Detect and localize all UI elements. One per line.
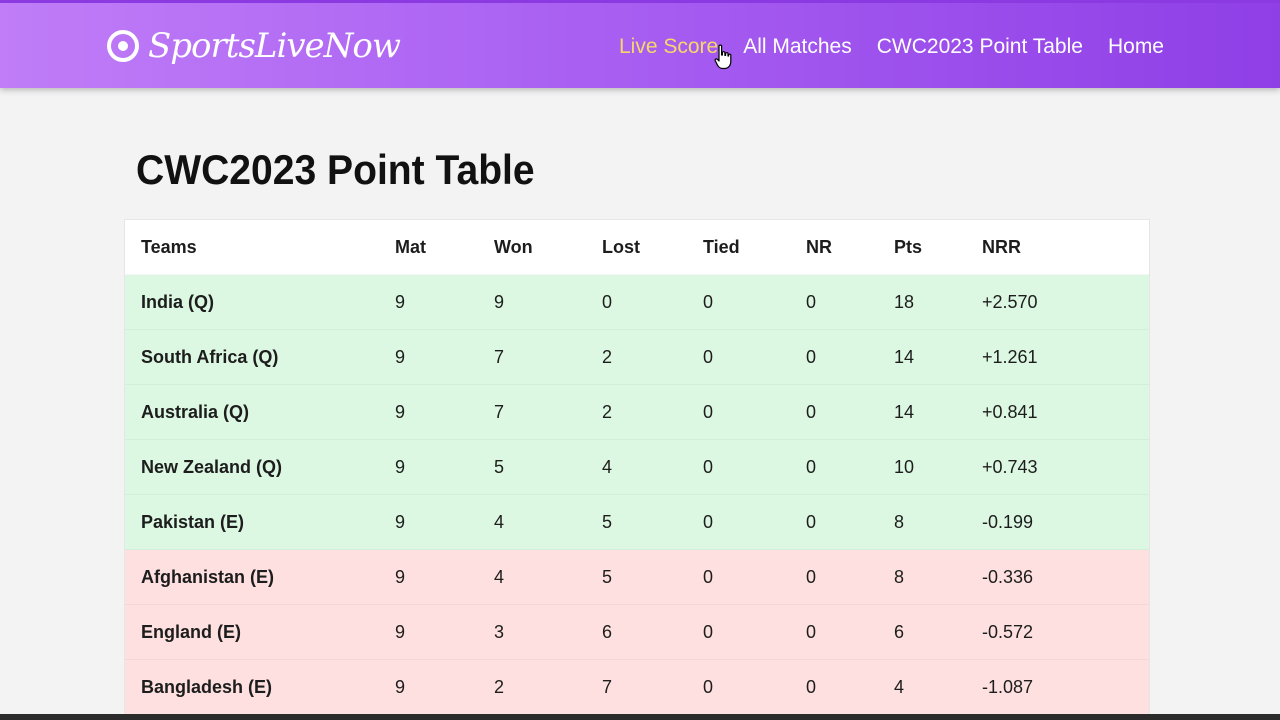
nrr-cell: +0.841 xyxy=(982,384,1149,440)
tied-cell: 0 xyxy=(703,549,806,605)
tied-cell: 0 xyxy=(703,384,806,440)
nr-cell: 0 xyxy=(806,384,894,440)
column-header[interactable]: Mat xyxy=(395,220,494,275)
brand-logo-link[interactable]: SportsLiveNow xyxy=(106,17,401,75)
team-cell: Pakistan (E) xyxy=(125,494,395,550)
mat-cell: 9 xyxy=(395,329,494,385)
brand-name: SportsLiveNow xyxy=(148,26,401,66)
table-row: Pakistan (E) 9 4 5 0 0 8 -0.199 xyxy=(125,494,1149,550)
mat-cell: 9 xyxy=(395,494,494,550)
nav-links: Live Score All Matches CWC2023 Point Tab… xyxy=(594,3,1164,91)
nr-cell: 0 xyxy=(806,659,894,715)
nr-cell: 0 xyxy=(806,439,894,495)
won-cell: 7 xyxy=(494,384,602,440)
window-bottom-edge xyxy=(0,714,1280,720)
team-cell: Australia (Q) xyxy=(125,384,395,440)
won-cell: 4 xyxy=(494,494,602,550)
pts-cell: 14 xyxy=(894,384,982,440)
lost-cell: 2 xyxy=(602,384,703,440)
won-cell: 3 xyxy=(494,604,602,660)
won-cell: 2 xyxy=(494,659,602,715)
nr-cell: 0 xyxy=(806,494,894,550)
column-header[interactable]: Pts xyxy=(894,220,982,275)
won-cell: 4 xyxy=(494,549,602,605)
page-title: CWC2023 Point Table xyxy=(136,146,535,193)
target-icon xyxy=(107,30,139,62)
nr-cell: 0 xyxy=(806,549,894,605)
won-cell: 5 xyxy=(494,439,602,495)
point-table-grid: Teams Mat Won Lost Tied NR Pts NRR India… xyxy=(125,220,1149,715)
column-header[interactable]: Tied xyxy=(703,220,806,275)
point-table: Teams Mat Won Lost Tied NR Pts NRR India… xyxy=(124,219,1150,716)
nrr-cell: -0.572 xyxy=(982,604,1149,660)
mat-cell: 9 xyxy=(395,274,494,330)
nrr-cell: +0.743 xyxy=(982,439,1149,495)
pts-cell: 14 xyxy=(894,329,982,385)
pts-cell: 8 xyxy=(894,549,982,605)
mat-cell: 9 xyxy=(395,659,494,715)
hand-cursor-icon xyxy=(714,44,732,70)
mat-cell: 9 xyxy=(395,384,494,440)
pts-cell: 10 xyxy=(894,439,982,495)
tied-cell: 0 xyxy=(703,274,806,330)
team-cell: Bangladesh (E) xyxy=(125,659,395,715)
won-cell: 9 xyxy=(494,274,602,330)
table-row: New Zealand (Q) 9 5 4 0 0 10 +0.743 xyxy=(125,439,1149,495)
lost-cell: 5 xyxy=(602,549,703,605)
table-row: Bangladesh (E) 9 2 7 0 0 4 -1.087 xyxy=(125,659,1149,715)
team-cell: South Africa (Q) xyxy=(125,329,395,385)
nrr-cell: +2.570 xyxy=(982,274,1149,330)
nr-cell: 0 xyxy=(806,329,894,385)
table-row: Australia (Q) 9 7 2 0 0 14 +0.841 xyxy=(125,384,1149,440)
mat-cell: 9 xyxy=(395,439,494,495)
nrr-cell: -0.336 xyxy=(982,549,1149,605)
lost-cell: 4 xyxy=(602,439,703,495)
mat-cell: 9 xyxy=(395,604,494,660)
lost-cell: 7 xyxy=(602,659,703,715)
table-header-row: Teams Mat Won Lost Tied NR Pts NRR xyxy=(125,220,1149,275)
table-row: Afghanistan (E) 9 4 5 0 0 8 -0.336 xyxy=(125,549,1149,605)
nr-cell: 0 xyxy=(806,274,894,330)
table-row: India (Q) 9 9 0 0 0 18 +2.570 xyxy=(125,274,1149,330)
team-cell: England (E) xyxy=(125,604,395,660)
nav-link-home[interactable]: Home xyxy=(1108,35,1164,59)
table-row: England (E) 9 3 6 0 0 6 -0.572 xyxy=(125,604,1149,660)
tied-cell: 0 xyxy=(703,329,806,385)
nrr-cell: -1.087 xyxy=(982,659,1149,715)
navbar: SportsLiveNow Live Score All Matches CWC… xyxy=(0,0,1280,88)
tied-cell: 0 xyxy=(703,659,806,715)
tied-cell: 0 xyxy=(703,604,806,660)
nrr-cell: +1.261 xyxy=(982,329,1149,385)
mat-cell: 9 xyxy=(395,549,494,605)
lost-cell: 6 xyxy=(602,604,703,660)
nr-cell: 0 xyxy=(806,604,894,660)
lost-cell: 0 xyxy=(602,274,703,330)
pts-cell: 6 xyxy=(894,604,982,660)
tied-cell: 0 xyxy=(703,439,806,495)
pts-cell: 4 xyxy=(894,659,982,715)
tied-cell: 0 xyxy=(703,494,806,550)
column-header[interactable]: Teams xyxy=(125,220,395,275)
table-row: South Africa (Q) 9 7 2 0 0 14 +1.261 xyxy=(125,329,1149,385)
nav-link-all-matches[interactable]: All Matches xyxy=(743,35,852,59)
nav-link-live-score[interactable]: Live Score xyxy=(619,35,718,59)
pts-cell: 18 xyxy=(894,274,982,330)
nav-link-point-table[interactable]: CWC2023 Point Table xyxy=(877,35,1083,59)
team-cell: India (Q) xyxy=(125,274,395,330)
won-cell: 7 xyxy=(494,329,602,385)
lost-cell: 2 xyxy=(602,329,703,385)
nrr-cell: -0.199 xyxy=(982,494,1149,550)
lost-cell: 5 xyxy=(602,494,703,550)
column-header[interactable]: NR xyxy=(806,220,894,275)
team-cell: New Zealand (Q) xyxy=(125,439,395,495)
column-header[interactable]: Won xyxy=(494,220,602,275)
column-header[interactable]: Lost xyxy=(602,220,703,275)
pts-cell: 8 xyxy=(894,494,982,550)
team-cell: Afghanistan (E) xyxy=(125,549,395,605)
column-header[interactable]: NRR xyxy=(982,220,1149,275)
